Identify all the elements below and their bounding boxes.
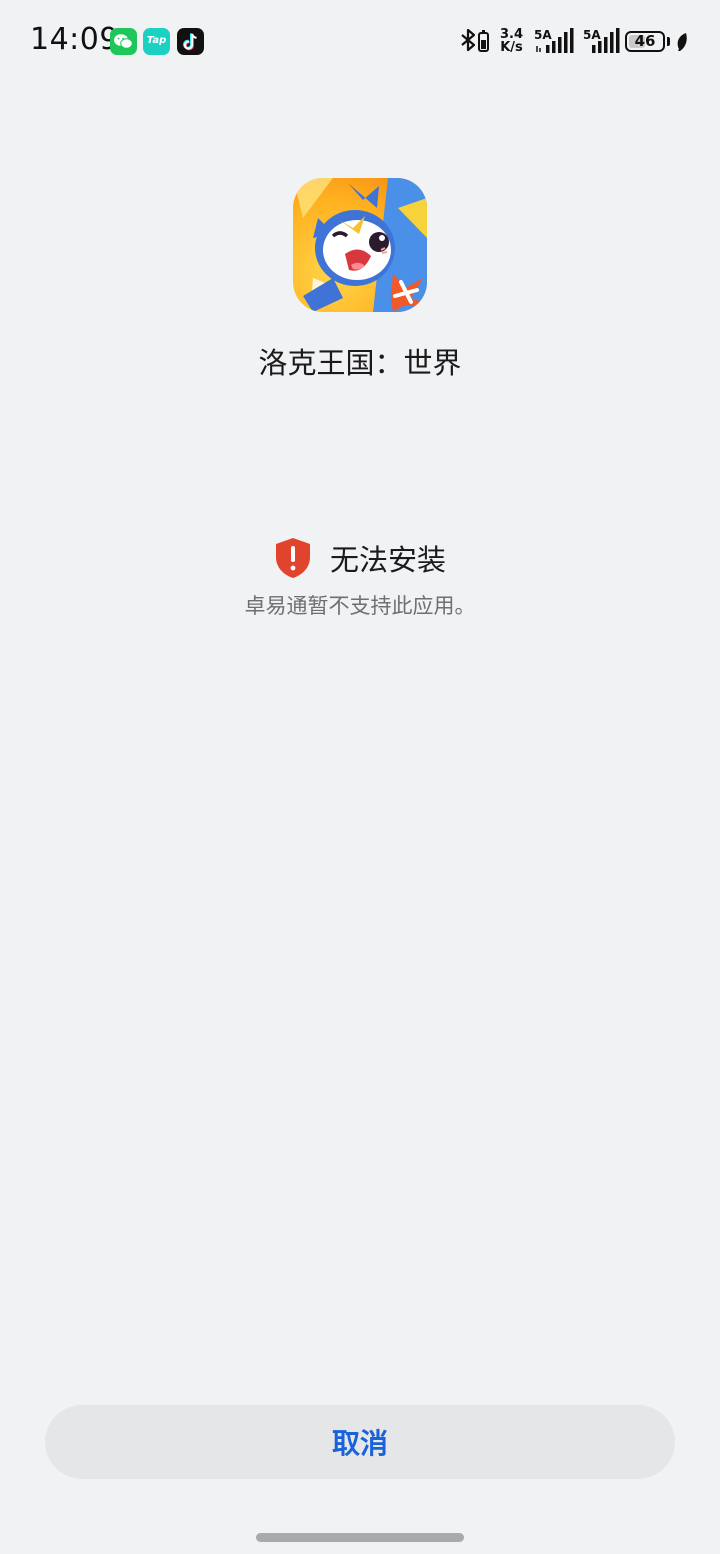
battery-indicator: 46 [625, 31, 665, 52]
status-bar: 14:09 Tap 3.4 K/s 5A 5A 46 [0, 0, 720, 84]
signal-icon-2: 5A [582, 26, 622, 56]
tiktok-icon [177, 28, 204, 55]
tap-icon-label: Tap [146, 35, 167, 46]
tap-icon: Tap [143, 28, 170, 55]
status-time: 14:09 [30, 22, 119, 57]
install-status-row: 无法安装 [0, 536, 720, 580]
wechat-icon [110, 28, 137, 55]
network-speed-unit: K/s [500, 40, 523, 55]
cancel-button[interactable]: 取消 [45, 1405, 675, 1479]
network-speed: 3.4 K/s [500, 28, 523, 54]
install-status-title: 无法安装 [329, 543, 446, 577]
app-icon [293, 178, 427, 312]
shield-warning-icon [275, 538, 310, 578]
app-name: 洛克王国：世界 [258, 346, 462, 380]
power-saving-leaf-icon [677, 33, 687, 51]
signal-icon-1: 5A [533, 26, 577, 56]
install-status-message: 卓易通暂不支持此应用。 [244, 594, 476, 618]
battery-tip [667, 37, 670, 46]
battery-level: 46 [634, 32, 656, 50]
home-indicator[interactable] [256, 1533, 464, 1542]
bluetooth-icon [461, 28, 489, 52]
